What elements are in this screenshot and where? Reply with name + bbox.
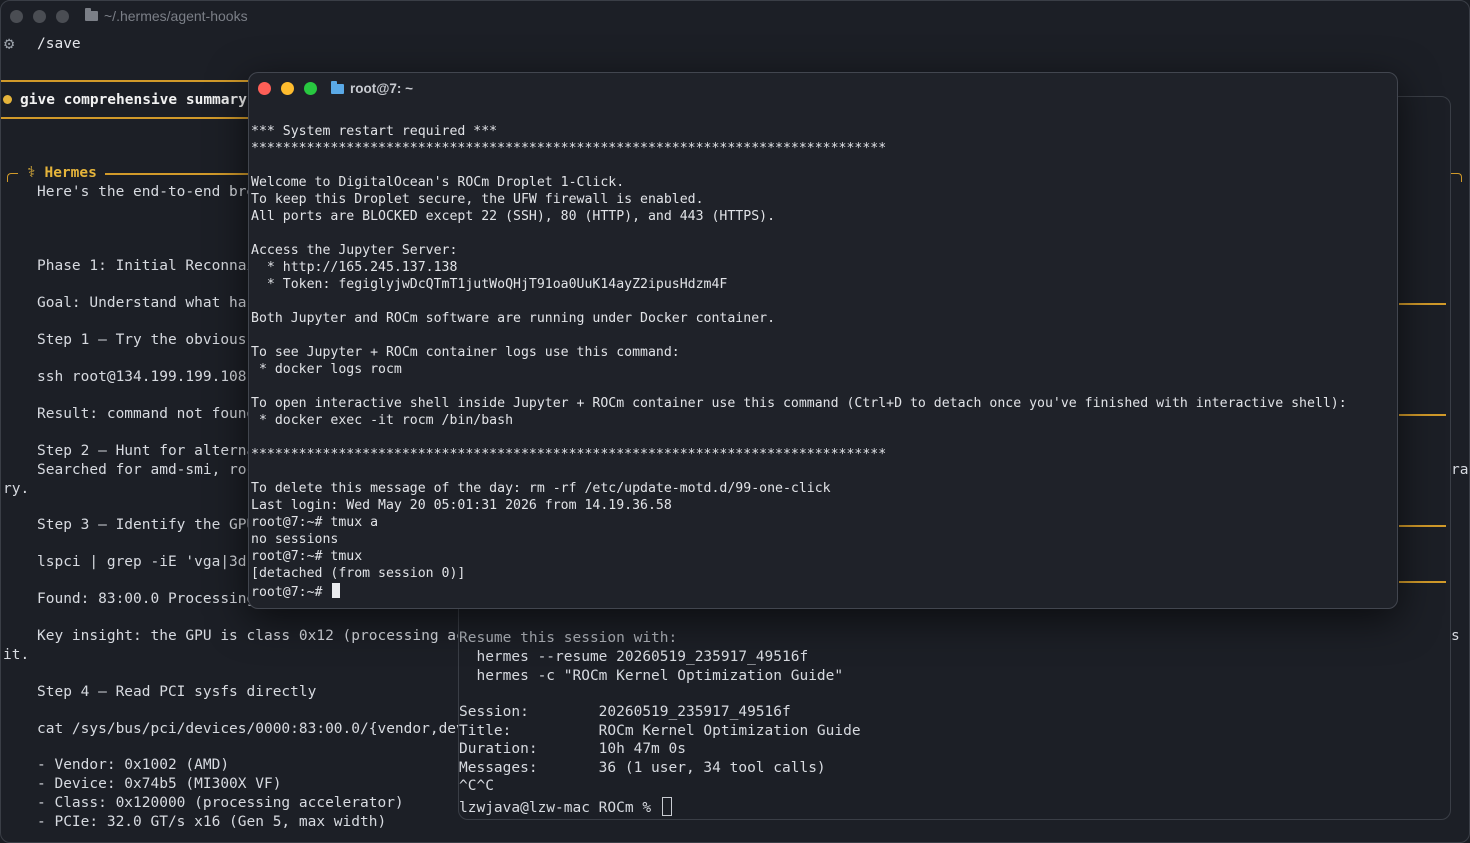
terminal-line: [detached (from session 0)] [251, 566, 466, 581]
session-duration: Duration: 10h 47m 0s [459, 741, 686, 757]
prompt-border-top [1, 80, 251, 82]
terminal-line: root@7:~# tmux [251, 549, 363, 564]
terminal-line: Access the Jupyter Server: [251, 243, 458, 258]
save-command: /save [37, 36, 81, 52]
terminal-line: * docker logs rocm [251, 362, 402, 377]
user-prompt: give comprehensive summary [20, 92, 247, 108]
hermes-panel-title: ⚕ Hermes [27, 165, 97, 181]
edge-text: s [1451, 628, 1460, 644]
shell-prompt: root@7:~# [251, 585, 331, 600]
zoom-button[interactable] [304, 82, 317, 95]
session-info: Session: 20260519_235917_49516f [459, 704, 791, 720]
resume-command: hermes -c "ROCm Kernel Optimization Guid… [459, 668, 844, 684]
folder-icon [331, 80, 344, 94]
close-button[interactable] [10, 10, 23, 23]
terminal-line: To keep this Droplet secure, the UFW fir… [251, 192, 704, 207]
summary-line: Goal: Understand what har [37, 295, 256, 311]
minimize-button[interactable] [33, 10, 46, 23]
shell-prompt: lzwjava@lzw-mac ROCm % [459, 800, 660, 816]
ssh-terminal-window[interactable]: root@7: ~ *** System restart required **… [248, 72, 1398, 609]
prompt-border-bottom [1, 117, 251, 119]
panel-rule [1399, 414, 1446, 416]
summary-line: lspci | grep -iE 'vga|3d| [37, 554, 256, 570]
session-messages: Messages: 36 (1 user, 34 tool calls) [459, 760, 826, 776]
panel-rule [1399, 303, 1446, 305]
minimize-button[interactable] [281, 82, 294, 95]
summary-line: Found: 83:00.0 Processing [37, 591, 256, 607]
text-cursor [661, 797, 672, 816]
panel-corner-right [1451, 173, 1462, 182]
wrapped-text: ry. [3, 481, 30, 497]
folder-icon [85, 8, 98, 21]
terminal-line: To open interactive shell inside Jupyter… [251, 396, 1347, 411]
interrupt-text: ^C^C [459, 778, 494, 794]
summary-line: Phase 1: Initial Reconnai [37, 258, 256, 274]
terminal-line: To see Jupyter + ROCm container logs use… [251, 345, 680, 360]
window-title: root@7: ~ [331, 80, 414, 96]
summary-line: - PCIe: 32.0 GT/s x16 (Gen 5, max width) [37, 814, 387, 830]
terminal-line: ****************************************… [251, 141, 887, 156]
gear-icon: ⚙ [4, 34, 15, 54]
terminal-line: * http://165.245.137.138 [251, 260, 458, 275]
summary-line: Here's the end-to-end bre [37, 184, 256, 200]
summary-line: Step 1 — Try the obvious [37, 332, 247, 348]
resume-header: Resume this session with: [459, 630, 678, 646]
terminal-line: Last login: Wed May 20 05:01:31 2026 fro… [251, 498, 672, 513]
summary-line: cat /sys/bus/pci/devices/0000:83:00.0/{v… [37, 721, 474, 737]
terminal-line: Both Jupyter and ROCm software are runni… [251, 311, 776, 326]
summary-line: - Vendor: 0x1002 (AMD) [37, 757, 230, 773]
summary-line: Step 2 — Hunt for alterna [37, 443, 256, 459]
summary-line: Searched for amd-smi, roc [37, 462, 256, 478]
edge-text: ra [1451, 462, 1469, 478]
summary-line: ssh root@134.199.199.108 [37, 369, 247, 385]
terminal-line: root@7:~# tmux a [251, 515, 379, 530]
shell-prompt-line[interactable]: root@7:~# [251, 583, 341, 600]
terminal-line: *** System restart required *** [251, 124, 498, 139]
close-button[interactable] [258, 82, 271, 95]
wrapped-text: it. [3, 647, 30, 663]
terminal-line: no sessions [251, 532, 339, 547]
window-title-text: root@7: ~ [350, 81, 414, 96]
panel-rule [1399, 525, 1446, 527]
terminal-line: All ports are BLOCKED except 22 (SSH), 8… [251, 209, 776, 224]
session-title: Title: ROCm Kernel Optimization Guide [459, 723, 861, 739]
summary-line: Step 4 — Read PCI sysfs directly [37, 684, 317, 700]
panel-border-top [105, 173, 255, 175]
summary-line: Result: command not found [37, 406, 256, 422]
panel-corner [7, 173, 18, 182]
terminal-line: To delete this message of the day: rm -r… [251, 481, 831, 496]
panel-rule [1399, 581, 1446, 583]
summary-line: Step 3 — Identify the GPU [37, 517, 256, 533]
zoom-button[interactable] [56, 10, 69, 23]
summary-line: - Class: 0x120000 (processing accelerato… [37, 795, 404, 811]
resume-command: hermes --resume 20260519_235917_49516f [459, 649, 809, 665]
terminal-line: * Token: fegiglyjwDcQTmT1jutWoQHjT91oa0U… [251, 277, 728, 292]
summary-line: Key insight: the GPU is class 0x12 (proc… [37, 628, 474, 644]
summary-line: - Device: 0x74b5 (MI300X VF) [37, 776, 282, 792]
shell-prompt-line[interactable]: lzwjava@lzw-mac ROCm % [459, 797, 672, 816]
prompt-dot-icon [3, 95, 12, 104]
window-title-text: ~/.hermes/agent-hooks [104, 8, 248, 24]
terminal-line: * docker exec -it rocm /bin/bash [251, 413, 514, 428]
terminal-line: ****************************************… [251, 447, 887, 462]
text-cursor [332, 583, 341, 598]
window-title: ~/.hermes/agent-hooks [85, 8, 248, 24]
terminal-line: Welcome to DigitalOcean's ROCm Droplet 1… [251, 175, 625, 190]
